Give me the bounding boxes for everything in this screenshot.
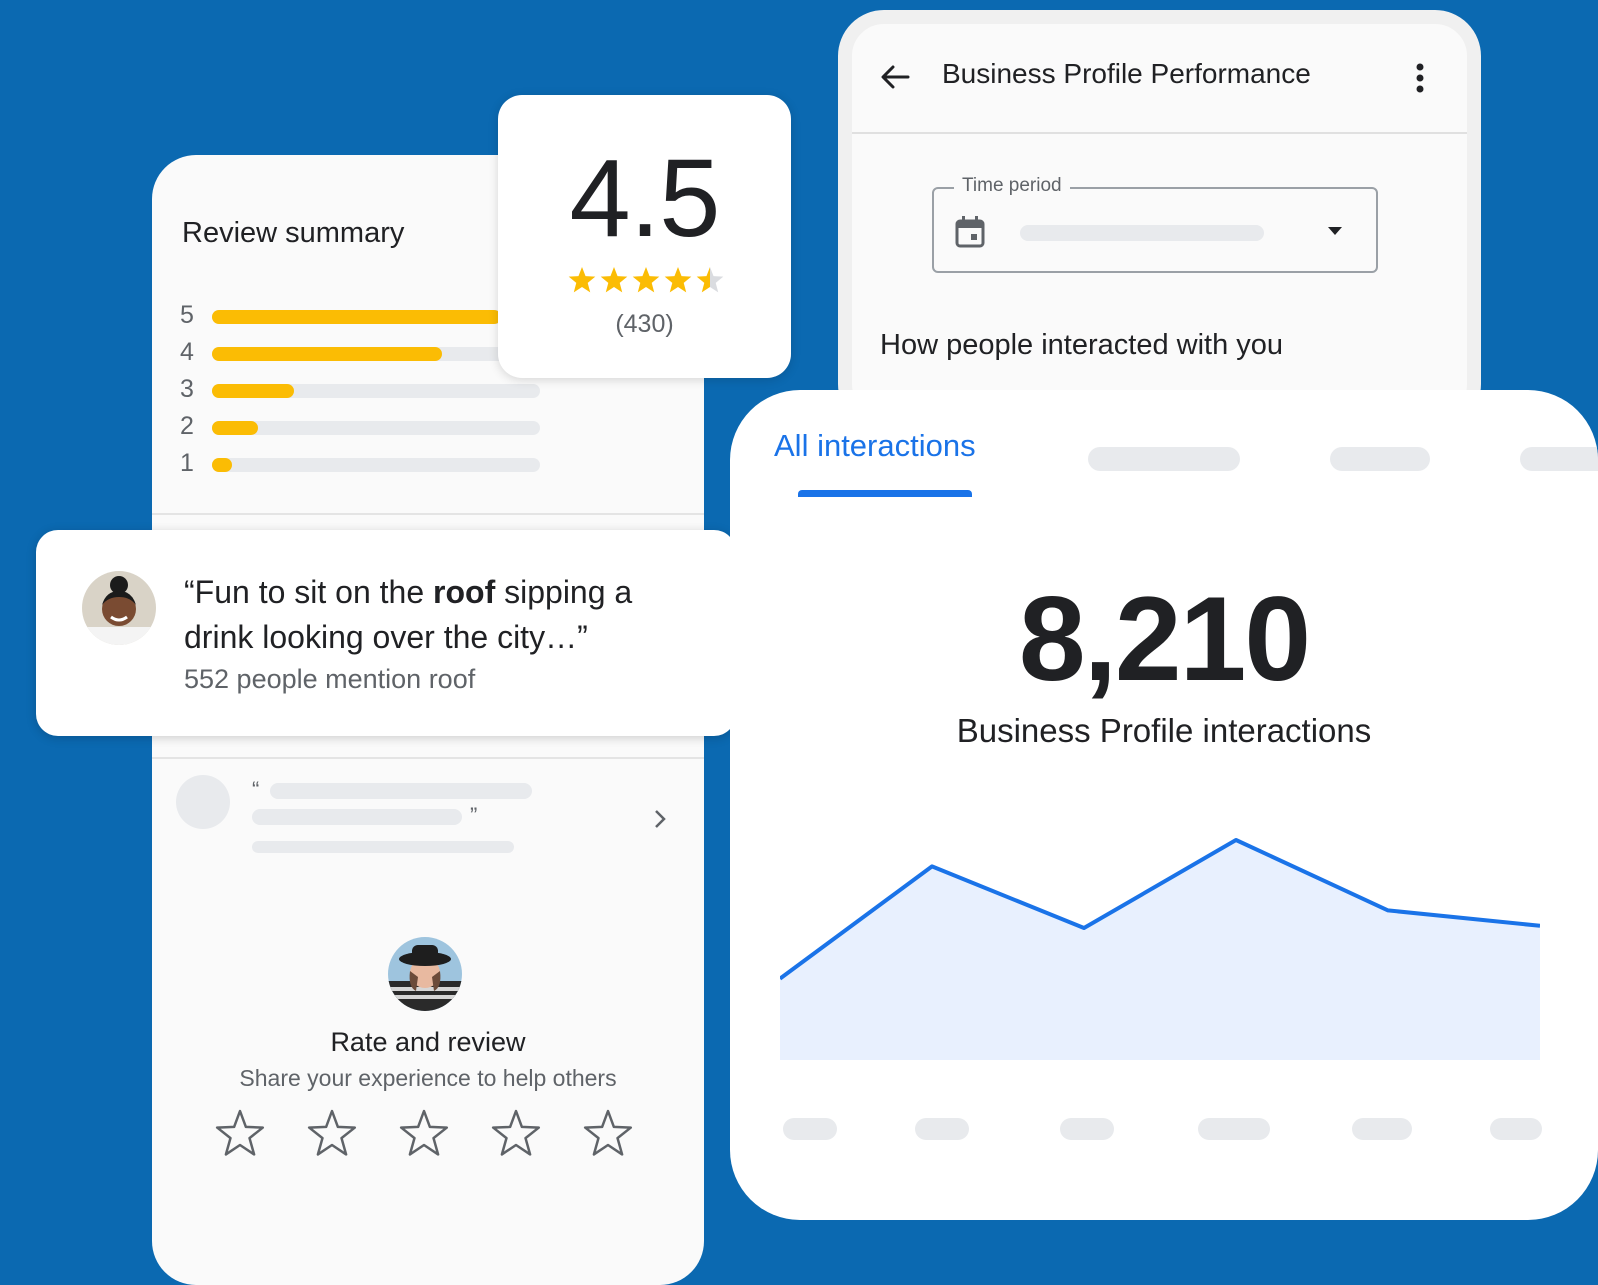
x-axis-label-placeholder [915,1118,969,1140]
close-quote-mark: ” [470,803,477,829]
rating-bar-track [212,421,540,435]
x-axis-label-placeholder [1198,1118,1270,1140]
review-quote: “Fun to sit on the roof sipping a drink … [184,570,704,660]
rating-bar-label: 1 [180,449,194,478]
rating-bar-fill [212,421,258,435]
star-outline-icon[interactable] [488,1105,544,1161]
tab-placeholder[interactable] [1088,447,1240,471]
reviewer-avatar [82,571,156,645]
rating-bar-label: 3 [180,375,194,404]
open-quote-mark: “ [252,777,259,803]
star-icon [569,267,596,292]
tab-all-interactions[interactable]: All interactions [774,428,976,464]
calendar-icon [954,215,986,249]
star-icon [601,267,628,292]
rating-bar-row: 2 [180,416,540,440]
rating-bar-row: 4 [180,342,540,366]
tab-placeholder[interactable] [1520,447,1598,471]
text-placeholder [270,783,532,799]
text-placeholder [252,809,462,825]
interactions-chart [780,830,1540,1080]
rating-bar-label: 2 [180,412,194,441]
rating-bar-fill [212,458,232,472]
time-period-select[interactable]: Time period [932,187,1378,273]
rating-bar-track [212,347,540,361]
chart-area-fill [780,840,1540,1060]
x-axis-label-placeholder [1490,1118,1542,1140]
text-placeholder [252,841,514,853]
rating-bar-row: 1 [180,453,540,477]
avatar-placeholder [176,775,230,829]
dropdown-arrow-icon[interactable] [1326,225,1344,237]
rating-stars [566,265,726,297]
star-icon [665,267,692,292]
review-count: (430) [498,310,791,339]
review-summary-title: Review summary [182,217,404,250]
active-tab-indicator [798,490,972,497]
star-rating-input[interactable] [212,1105,632,1165]
back-arrow-icon[interactable] [878,60,912,94]
time-period-label: Time period [954,175,1070,197]
rate-and-review-title: Rate and review [152,1027,704,1058]
rating-bar-fill [212,347,442,361]
x-axis-label-placeholder [783,1118,837,1140]
more-vert-icon[interactable] [1415,62,1425,94]
highlighted-review-card[interactable]: “Fun to sit on the roof sipping a drink … [36,530,736,736]
rating-bar-fill [212,384,294,398]
x-axis-label-placeholder [1060,1118,1114,1140]
mention-count: 552 people mention roof [184,664,475,695]
rating-bar-track [212,310,540,324]
x-axis-label-placeholder [1352,1118,1412,1140]
interaction-count: 8,210 [730,570,1598,708]
star-icon [633,267,660,292]
rating-bar-row: 3 [180,379,540,403]
star-outline-icon[interactable] [212,1105,268,1161]
highlighted-keyword: roof [433,574,495,610]
user-avatar [388,937,462,1011]
divider [152,757,704,759]
section-heading: How people interacted with you [880,329,1283,362]
rate-and-review-subtitle: Share your experience to help others [152,1065,704,1092]
chevron-right-icon[interactable] [650,805,670,833]
star-outline-icon[interactable] [304,1105,360,1161]
performance-screen: Business Profile Performance Time period… [838,10,1481,430]
review-list-item-placeholder[interactable]: “ ” [152,775,704,903]
selected-value-placeholder [1020,225,1264,241]
star-outline-icon[interactable] [396,1105,452,1161]
interactions-card: All interactions 8,210 Business Profile … [730,390,1598,1220]
rating-bar-track [212,458,540,472]
divider [852,132,1467,134]
overall-rating-card: 4.5 (430) [498,95,791,378]
star-icon [697,267,724,292]
divider [152,513,704,515]
tab-placeholder[interactable] [1330,447,1430,471]
rating-bar-track [212,384,540,398]
rating-bar-row: 5 [180,305,540,329]
rating-bar-fill [212,310,501,324]
rating-bar-label: 5 [180,301,194,330]
star-outline-icon[interactable] [580,1105,636,1161]
average-rating: 4.5 [498,135,791,262]
rating-bar-label: 4 [180,338,194,367]
interaction-count-label: Business Profile interactions [730,712,1598,750]
page-title: Business Profile Performance [942,58,1311,90]
